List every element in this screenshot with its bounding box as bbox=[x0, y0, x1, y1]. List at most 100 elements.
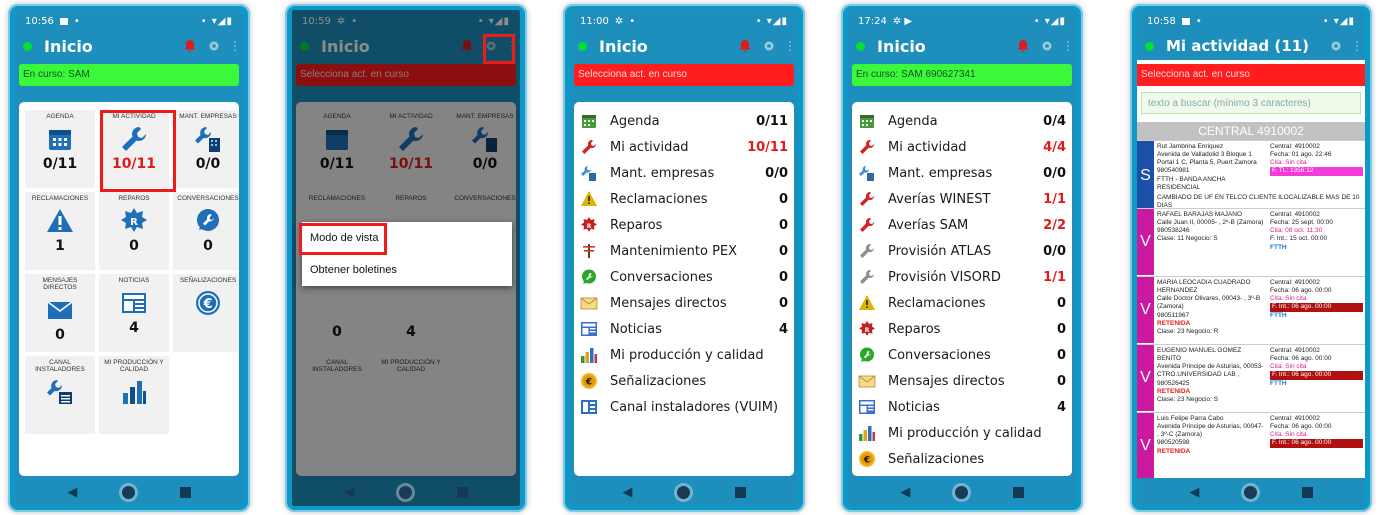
recents-icon[interactable] bbox=[1301, 486, 1313, 498]
tile-reparos[interactable]: REPAROS R 0 bbox=[99, 192, 169, 270]
list-item[interactable]: Canal instaladores (VUIM) bbox=[580, 394, 788, 420]
activity-info: Central: 4910002 Fecha: 01 ago. 22:46 Cita… bbox=[1268, 141, 1365, 194]
activity-card[interactable]: S Rut Jambrina Enriquez Avenida de Vallado… bbox=[1137, 140, 1365, 210]
bell-icon[interactable] bbox=[183, 39, 197, 53]
list-item-label: Reclamaciones bbox=[888, 295, 986, 311]
back-icon[interactable]: ◀ bbox=[1189, 484, 1199, 500]
list-item[interactable]: Mensajes directos 0 bbox=[580, 290, 788, 316]
bell-icon[interactable] bbox=[1016, 39, 1030, 53]
tile-reclamaciones[interactable]: RECLAMACIONES 1 bbox=[25, 192, 95, 270]
back-icon[interactable]: ◀ bbox=[67, 484, 77, 500]
activity-meta: FTTH bbox=[1270, 243, 1287, 251]
list-item[interactable]: Mantenimiento PEX 0 bbox=[580, 238, 788, 264]
list-item-count: 0 bbox=[778, 243, 788, 259]
overflow-menu-icon[interactable]: ⋮ bbox=[784, 39, 796, 53]
tile-mi-produccion[interactable]: MI PRODUCCIÓN Y CALIDAD bbox=[99, 356, 169, 434]
activity-meta: FTTH bbox=[1270, 311, 1287, 319]
list-item[interactable]: Mi producción y calidad bbox=[580, 342, 788, 368]
recents-icon[interactable] bbox=[456, 486, 468, 498]
tile-mensajes-directos[interactable]: MENSAJES DIRECTOS 0 bbox=[25, 274, 95, 352]
menu-item-obtener-boletines[interactable]: Obtener boletines bbox=[302, 254, 512, 286]
recents-icon[interactable] bbox=[1012, 486, 1024, 498]
back-icon[interactable]: ◀ bbox=[344, 484, 354, 500]
list-item[interactable]: Reclamaciones 0 bbox=[858, 290, 1066, 316]
list-item[interactable]: Noticias 4 bbox=[580, 316, 788, 342]
home-icon[interactable] bbox=[121, 485, 135, 499]
svg-text:€: € bbox=[202, 297, 212, 312]
home-icon[interactable] bbox=[676, 485, 690, 499]
current-activity-banner[interactable]: En curso: SAM bbox=[19, 64, 239, 86]
tile-label: MANT. EMPRESAS bbox=[179, 113, 237, 120]
list-item[interactable]: R Reparos 0 bbox=[580, 212, 788, 238]
activity-detail: Clase: 23 Negocio: S bbox=[1157, 395, 1219, 403]
activity-detail: RETENIDA bbox=[1157, 319, 1191, 327]
tile-label: NOTICIAS bbox=[118, 277, 150, 284]
connection-status-icon bbox=[856, 41, 865, 51]
activity-card[interactable]: V EUGENIO MANUEL GOMEZ BENITO Avenida Prin… bbox=[1137, 344, 1365, 411]
back-icon[interactable]: ◀ bbox=[900, 484, 910, 500]
overflow-menu-icon[interactable]: ⋮ bbox=[1351, 39, 1363, 53]
list-item[interactable]: Reclamaciones 0 bbox=[580, 186, 788, 212]
status-time: 11:00 bbox=[580, 15, 609, 27]
bar-chart-icon bbox=[581, 348, 597, 363]
home-icon[interactable] bbox=[954, 485, 968, 499]
activity-card[interactable]: V MARIA LEOCADIA CUADRADO HERNANDEZ Calle … bbox=[1137, 276, 1365, 343]
android-nav-bar: ◀ bbox=[15, 478, 243, 506]
current-activity-banner[interactable]: Selecciona act. en curso bbox=[1137, 64, 1365, 86]
list-item[interactable]: Mant. empresas 0/0 bbox=[580, 160, 788, 186]
list-item[interactable]: Mensajes directos 0 bbox=[858, 368, 1066, 394]
list-item[interactable]: Conversaciones 0 bbox=[858, 342, 1066, 368]
list-item-label: Reparos bbox=[610, 217, 663, 233]
list-item-count: 0 bbox=[778, 217, 788, 233]
tile-noticias[interactable]: NOTICIAS 4 bbox=[99, 274, 169, 352]
bell-icon[interactable] bbox=[738, 39, 752, 53]
search-input[interactable]: texto a buscar (mínimo 3 caracteres) bbox=[1141, 92, 1361, 114]
activity-meta: F. Int.: 06 ago. 00:00 bbox=[1270, 303, 1363, 312]
list-item-count: 0/11 bbox=[756, 113, 788, 129]
list-item[interactable]: Mi actividad 10/11 bbox=[580, 134, 788, 160]
list-item[interactable]: Mi producción y calidad bbox=[858, 420, 1066, 446]
home-icon[interactable] bbox=[398, 485, 412, 499]
tile-conversaciones[interactable]: CONVERSACIONES 0 bbox=[173, 192, 239, 270]
recents-icon[interactable] bbox=[734, 486, 746, 498]
gear-icon[interactable] bbox=[1329, 39, 1343, 53]
list-item[interactable]: Agenda 0/4 bbox=[858, 108, 1066, 134]
repair-badge-icon: R bbox=[581, 217, 597, 232]
list-item-count: 1/1 bbox=[1043, 269, 1066, 285]
list-item-label: Señalizaciones bbox=[610, 373, 707, 389]
gear-icon[interactable] bbox=[207, 39, 221, 53]
activity-card[interactable]: V Luis Felipe Parra Cabo Avenida Principe … bbox=[1137, 412, 1365, 478]
gear-icon[interactable] bbox=[762, 39, 776, 53]
list-item[interactable]: Agenda 0/11 bbox=[580, 108, 788, 134]
tile-canal-instaladores[interactable]: CANAL INSTALADORES bbox=[25, 356, 95, 434]
recents-icon[interactable] bbox=[179, 486, 191, 498]
list-item[interactable]: Provisión VISORD 1/1 bbox=[858, 264, 1066, 290]
overflow-menu-icon[interactable]: ⋮ bbox=[1062, 39, 1074, 53]
overflow-menu-icon[interactable]: ⋮ bbox=[229, 39, 241, 53]
notification-icon bbox=[59, 17, 68, 25]
gear-icon[interactable] bbox=[1040, 39, 1054, 53]
activity-meta: Central: 4910002 bbox=[1270, 279, 1320, 286]
list-item[interactable]: R Reparos 0 bbox=[858, 316, 1066, 342]
list-item[interactable]: € Señalizaciones bbox=[580, 368, 788, 394]
current-activity-banner[interactable]: En curso: SAM 690627341 bbox=[852, 64, 1072, 86]
activity-card[interactable]: V RAFAEL BARAJAS MAJANO Calle Juan II, 000… bbox=[1137, 208, 1365, 275]
list-item[interactable]: Mi actividad 4/4 bbox=[858, 134, 1066, 160]
app-title: Inicio bbox=[44, 36, 93, 56]
list-item[interactable]: Averías SAM 2/2 bbox=[858, 212, 1066, 238]
back-icon[interactable]: ◀ bbox=[622, 484, 632, 500]
tile-mant-empresas[interactable]: MANT. EMPRESAS 0/0 bbox=[173, 110, 239, 188]
list-item[interactable]: Averías WINEST 1/1 bbox=[858, 186, 1066, 212]
current-activity-banner[interactable]: Selecciona act. en curso bbox=[574, 64, 794, 86]
list-item[interactable]: Noticias 4 bbox=[858, 394, 1066, 420]
home-icon[interactable] bbox=[1243, 485, 1257, 499]
activity-detail: 980540981 bbox=[1157, 167, 1190, 175]
list-item[interactable]: Provisión ATLAS 0/0 bbox=[858, 238, 1066, 264]
activity-detail: FTTH - BANDA ANCHA RESIDENCIAL bbox=[1157, 175, 1226, 191]
tile-agenda[interactable]: AGENDA 0/11 bbox=[25, 110, 95, 188]
tile-senalizaciones[interactable]: SEÑALIZACIONES € bbox=[173, 274, 239, 352]
list-item[interactable]: Mant. empresas 0/0 bbox=[858, 160, 1066, 186]
list-item[interactable]: € Señalizaciones bbox=[858, 446, 1066, 472]
phone-2: 10:59 ✲ • • ▾◢▮ Inicio ⋮ Selecciona act. e… bbox=[285, 4, 527, 512]
list-item[interactable]: Conversaciones 0 bbox=[580, 264, 788, 290]
